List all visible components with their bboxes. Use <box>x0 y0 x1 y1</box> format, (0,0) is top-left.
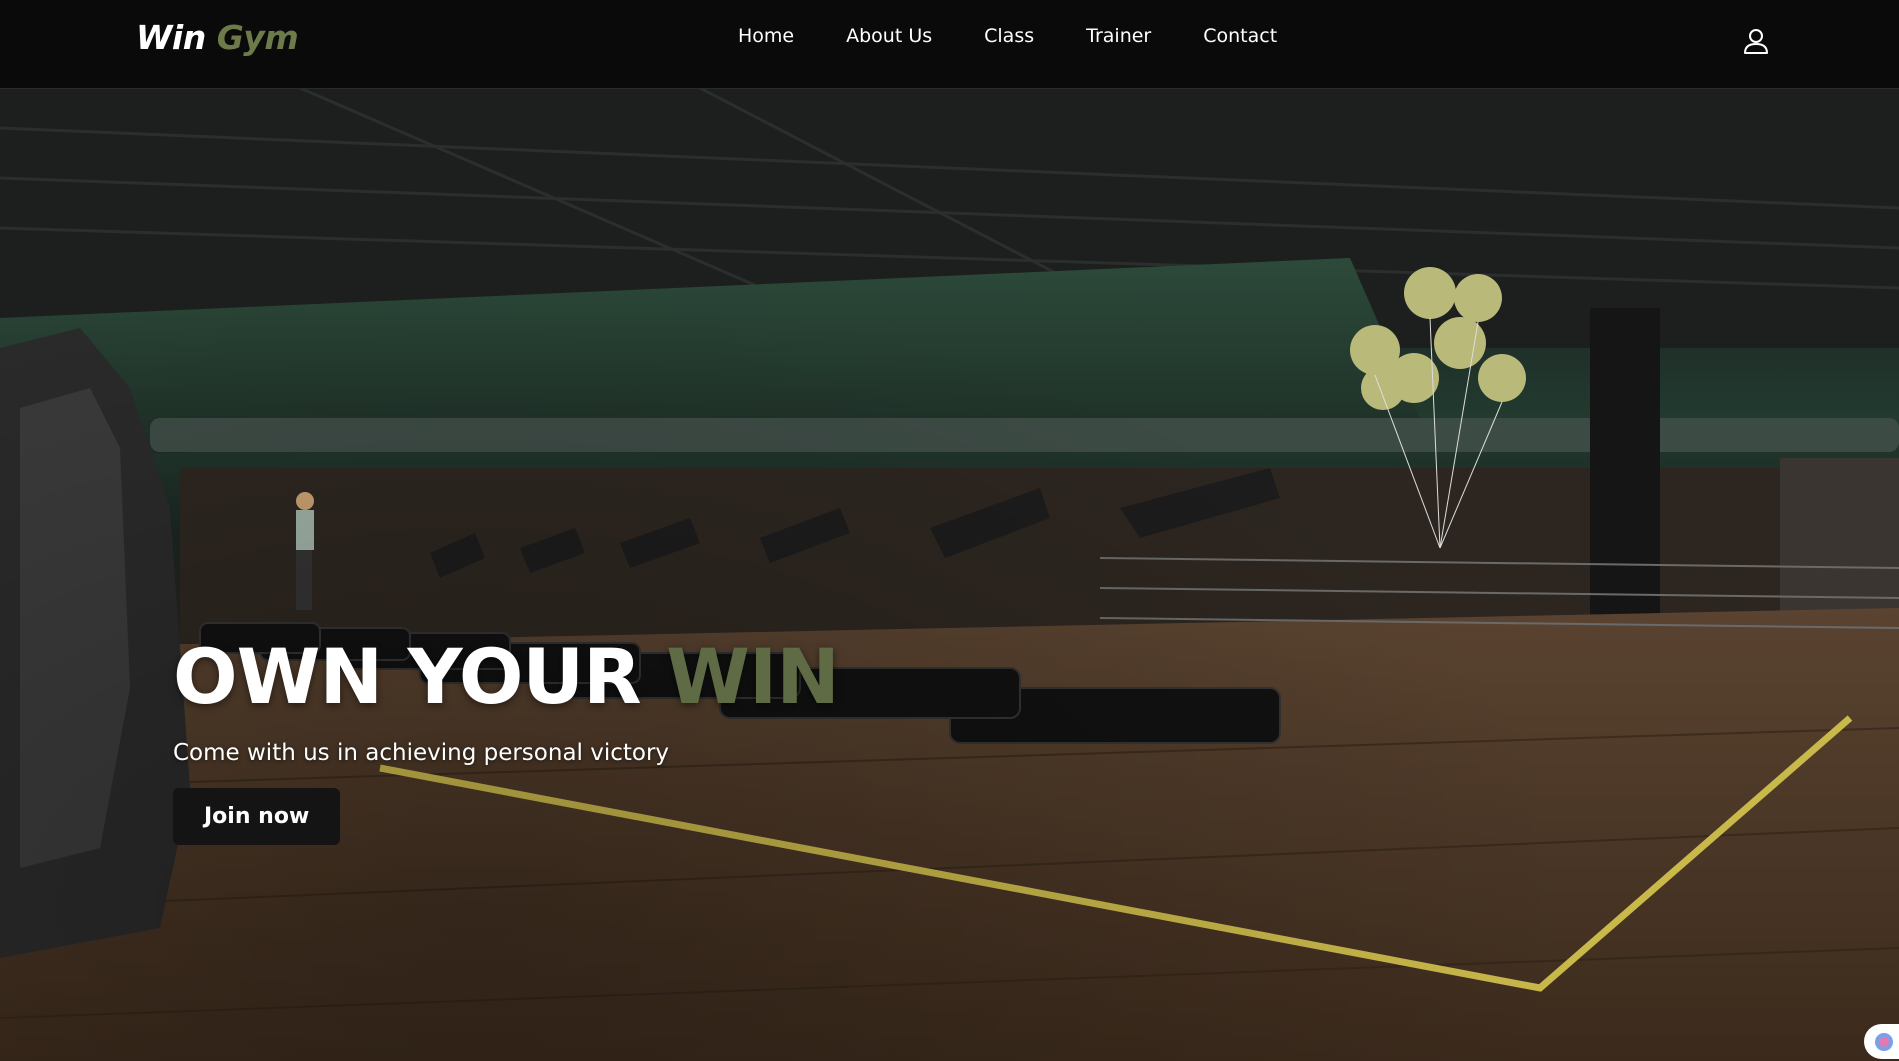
user-account-button[interactable] <box>1741 26 1771 56</box>
hero-section: OWN YOUR WIN Come with us in achieving p… <box>0 88 1899 1061</box>
nav-about-us[interactable]: About Us <box>820 22 958 50</box>
nav-home[interactable]: Home <box>738 22 820 50</box>
nav-contact[interactable]: Contact <box>1177 22 1303 50</box>
nav-class[interactable]: Class <box>958 22 1060 50</box>
user-icon <box>1744 29 1768 54</box>
hero-subtitle: Come with us in achieving personal victo… <box>173 740 670 766</box>
hero-headline: OWN YOUR WIN <box>173 632 840 722</box>
brand-logo-part1: Win <box>136 18 206 57</box>
main-nav: Home About Us Class Trainer Contact <box>738 22 1303 50</box>
nav-trainer[interactable]: Trainer <box>1060 22 1177 50</box>
brand-logo[interactable]: Win Gym <box>136 18 299 57</box>
widget-icon <box>1875 1033 1893 1051</box>
brand-logo-part2: Gym <box>216 18 299 57</box>
page: Win Gym Home About Us Class Trainer Cont… <box>0 0 1899 1061</box>
hero-headline-part1: OWN YOUR <box>173 632 642 721</box>
hero-headline-part2: WIN <box>666 632 840 721</box>
top-navbar: Win Gym Home About Us Class Trainer Cont… <box>0 0 1899 89</box>
join-now-button[interactable]: Join now <box>173 788 341 845</box>
floating-widget-button[interactable] <box>1864 1024 1899 1059</box>
hero-content: OWN YOUR WIN Come with us in achieving p… <box>173 632 840 845</box>
gym-background-image <box>0 88 1899 1061</box>
